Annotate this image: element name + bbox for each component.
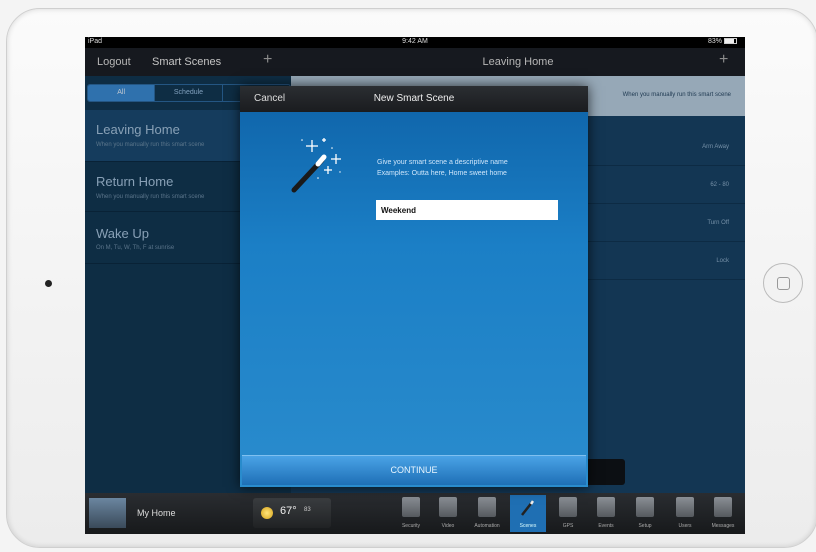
tab-label: Setup [638,523,652,529]
tab-label: Automation [474,523,500,529]
tab-label: Video [441,523,455,529]
battery-percent: 83% [707,38,722,45]
temperature-detail: 83 [304,507,311,513]
new-smart-scene-modal: Cancel New Smart Scene Give your smart s… [240,86,588,487]
tab-gps[interactable]: GPS [550,495,586,532]
continue-button[interactable]: CONTINUE [242,455,586,485]
automation-icon [478,497,496,517]
bottom-tab-bar: My Home 67° 83 Security Video Automation… [85,493,745,534]
ipad-screen: iPad 9:42 AM 83% Logout Smart Scenes + A… [85,37,745,534]
tab-label: Security [401,523,421,529]
scene-name-input[interactable] [376,200,558,220]
battery-icon [724,38,737,45]
tab-users[interactable]: Users [667,495,703,532]
tab-video[interactable]: Video [430,495,466,532]
modal-title: New Smart Scene [373,93,455,104]
home-button-icon [777,277,790,290]
tab-label: Events [598,523,614,529]
gps-icon [559,497,577,517]
alert-icon [597,497,615,517]
tab-label: Users [678,523,692,529]
current-temperature: 67° [280,505,297,517]
status-bar: iPad 9:42 AM 83% [85,37,745,48]
house-icon [402,497,420,517]
tab-events[interactable]: Events [588,495,624,532]
users-icon [676,497,694,517]
gear-icon [636,497,654,517]
tab-automation[interactable]: Automation [469,495,505,532]
tab-label: Scenes [519,523,537,529]
front-camera [45,280,52,287]
home-button[interactable] [763,263,803,303]
name-examples: Examples: Outta here, Home sweet home [377,170,507,177]
tab-messages[interactable]: Messages [705,495,741,532]
camera-icon [439,497,457,517]
tab-label: GPS [562,523,574,529]
sun-icon [261,507,273,519]
tab-security[interactable]: Security [393,495,429,532]
mail-icon [714,497,732,517]
weather-widget[interactable]: 67° 83 [253,498,331,528]
tab-scenes[interactable]: Scenes [510,495,546,532]
tab-setup[interactable]: Setup [627,495,663,532]
magic-wand-icon [521,500,535,516]
modal-nav-bar: Cancel New Smart Scene [240,86,588,112]
magic-wand-icon [291,138,341,193]
status-time: 9:42 AM [402,38,428,45]
battery-status: 83% [708,38,737,45]
home-name[interactable]: My Home [137,508,176,518]
home-thumbnail[interactable] [89,498,126,528]
ipad-frame: iPad 9:42 AM 83% Logout Smart Scenes + A… [0,0,816,552]
tab-label: Messages [711,523,735,529]
name-prompt: Give your smart scene a descriptive name [377,159,508,166]
